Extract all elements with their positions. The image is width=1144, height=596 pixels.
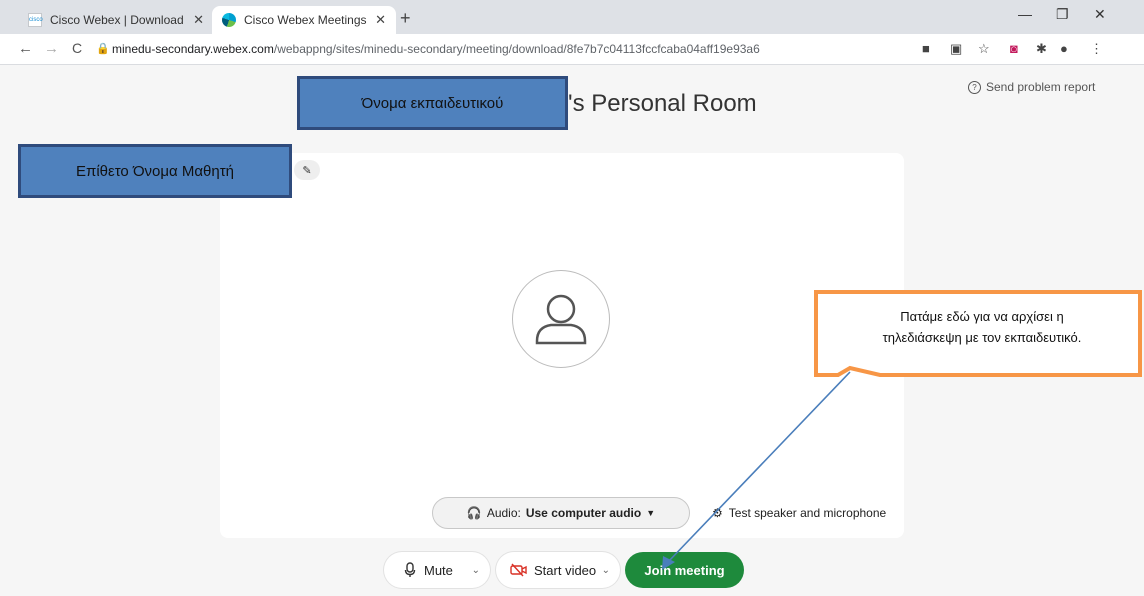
audio-value: Use computer audio [525,506,642,520]
callout-line-1: Πατάμε εδώ για να αρχίσει η [900,309,1064,324]
test-speaker-microphone-link[interactable]: ⚙ Test speaker and microphone [712,506,886,520]
video-off-icon [510,563,527,577]
bookmark-star-icon[interactable]: ☆ [978,41,990,57]
chevron-down-icon[interactable]: ⌄ [472,565,480,576]
address-bar: ← → C 🔒 minedu-secondary.webex.com/webap… [0,34,1144,65]
url-host: minedu-secondary.webex.com [112,42,274,56]
mute-button[interactable]: Mute ⌄ [384,552,490,588]
test-speaker-label: Test speaker and microphone [728,506,887,520]
microphone-icon [404,562,416,577]
start-video-button[interactable]: Start video ⌄ [496,552,620,588]
profile-icon[interactable]: ● [1060,41,1068,56]
back-icon[interactable]: ← [18,40,33,57]
callout-text: Πατάμε εδώ για να αρχίσει η τηλεδιάσκεψη… [820,306,1144,348]
url-field[interactable]: minedu-secondary.webex.com/webappng/site… [112,42,760,56]
mute-label: Mute [424,562,453,578]
extensions-puzzle-icon[interactable]: ✱ [1036,41,1047,57]
restore-icon[interactable]: ❐ [1056,6,1069,23]
webex-favicon-icon [222,13,236,27]
close-window-icon[interactable]: ✕ [1094,6,1106,23]
more-menu-icon[interactable]: ⋮ [1090,41,1103,57]
edit-name-pencil-icon[interactable]: ✎ [294,160,320,180]
send-problem-report-label: Send problem report [986,80,1096,94]
extension-shield-icon[interactable]: ◙ [1010,41,1018,56]
chevron-down-icon[interactable]: ⌄ [602,565,610,576]
send-problem-report-link[interactable]: ? Send problem report [968,80,1095,94]
forward-icon[interactable]: → [44,40,59,57]
cisco-favicon-icon: cisco [28,13,43,27]
camera-icon[interactable]: ■ [922,41,930,56]
caret-down-icon: ▼ [646,508,656,518]
translate-icon[interactable]: ▣ [950,41,962,57]
avatar [512,270,610,368]
reload-icon[interactable]: C [72,40,82,56]
lock-icon[interactable]: 🔒 [96,42,110,55]
close-tab-icon[interactable]: ✕ [193,12,204,28]
person-icon [535,294,587,345]
headset-icon: 🎧 [466,506,482,520]
audio-prefix: Audio: [486,506,521,520]
close-tab-icon[interactable]: ✕ [375,12,386,28]
tab-title: Cisco Webex | Download [50,13,184,27]
room-title: 's Personal Room [568,90,757,117]
teacher-name-annotation: Όνομα εκπαιδευτικού [297,76,568,130]
student-name-annotation: Επίθετο Όνομα Μαθητή [18,144,292,198]
help-icon: ? [968,80,981,94]
url-path: /webappng/sites/minedu-secondary/meeting… [273,42,760,56]
tab-webex-web-app[interactable]: Cisco Webex Meetings Web App ✕ [212,6,396,34]
join-meeting-button[interactable]: Join meeting [625,552,744,588]
browser-tab-bar: cisco Cisco Webex | Download ✕ Cisco Web… [0,0,1144,34]
tab-title: Cisco Webex Meetings Web App [244,13,369,27]
tab-cisco-webex-download[interactable]: cisco Cisco Webex | Download ✕ [18,6,214,34]
callout-line-2: τηλεδιάσκεψη με τον εκπαιδευτικό. [882,330,1082,345]
new-tab-icon[interactable]: + [400,8,411,29]
minimize-icon[interactable]: — [1018,6,1032,22]
start-video-label: Start video [534,562,597,578]
gear-icon: ⚙ [712,506,723,520]
audio-selector[interactable]: 🎧 Audio: Use computer audio ▼ [432,497,690,529]
